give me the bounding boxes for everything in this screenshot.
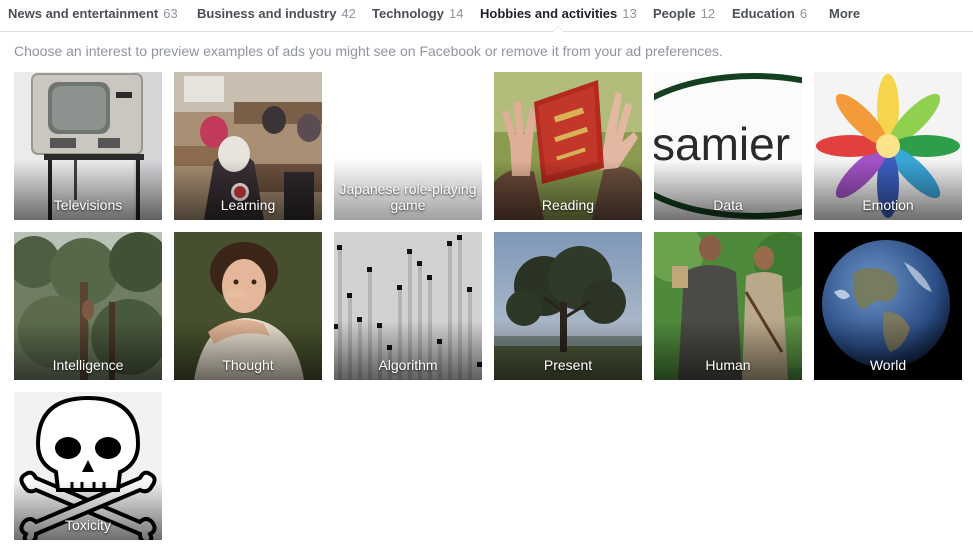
tab-people[interactable]: People 12: [653, 0, 715, 31]
interest-tile-emotion[interactable]: Emotion: [814, 72, 962, 220]
tile-label: World: [869, 357, 907, 373]
interest-tile-present[interactable]: Present: [494, 232, 642, 380]
tab-hobbies-and-activities[interactable]: Hobbies and activities 13: [480, 0, 637, 32]
tab-label: Hobbies and activities: [480, 6, 618, 21]
tab-technology[interactable]: Technology 14: [372, 0, 463, 31]
tab-education[interactable]: Education 6: [732, 0, 807, 31]
tile-label: Intelligence: [52, 357, 124, 373]
interest-tile-reading[interactable]: Reading: [494, 72, 642, 220]
tile-label: Thought: [222, 357, 274, 373]
tile-label: Japanese role-playing game: [339, 181, 477, 213]
tile-label: Algorithm: [378, 357, 438, 373]
interest-tile-intelligence[interactable]: Intelligence: [14, 232, 162, 380]
interest-tile-thought[interactable]: Thought: [174, 232, 322, 380]
interest-tile-televisions[interactable]: Televisions: [14, 72, 162, 220]
tab-count: 6: [799, 6, 808, 21]
tab-label: More: [829, 6, 861, 21]
tab-more[interactable]: More: [829, 0, 860, 31]
tile-label: Reading: [541, 197, 595, 213]
tile-label: Present: [543, 357, 593, 373]
tile-label: Learning: [220, 197, 276, 213]
tab-business-and-industry[interactable]: Business and industry 42: [197, 0, 356, 31]
tab-label: Technology: [372, 6, 444, 21]
tab-count: 12: [700, 6, 716, 21]
interest-tile-human[interactable]: Human: [654, 232, 802, 380]
interest-tile-algorithm[interactable]: Algorithm: [334, 232, 482, 380]
tab-news-and-entertainment[interactable]: News and entertainment 63: [8, 0, 178, 31]
interest-tile-learning[interactable]: Learning: [174, 72, 322, 220]
tab-count: 63: [163, 6, 178, 21]
tab-count: 13: [622, 6, 637, 21]
interest-tile-japanese-role-playing-game[interactable]: Japanese role-playing game: [334, 72, 482, 220]
tile-label: Emotion: [862, 197, 914, 213]
tile-label: Data: [713, 197, 743, 213]
active-tab-indicator: [552, 26, 565, 32]
interests-description: Choose an interest to preview examples o…: [14, 43, 723, 59]
tab-label: Business and industry: [197, 6, 337, 21]
tile-label: Televisions: [53, 197, 123, 213]
interest-tile-data[interactable]: samier Data: [654, 72, 802, 220]
tab-label: News and entertainment: [8, 6, 159, 21]
tab-label: People: [653, 6, 696, 21]
interest-category-tabs: News and entertainment 63 Business and in…: [0, 0, 973, 32]
tile-label: Toxicity: [65, 517, 111, 533]
tile-label: Human: [705, 357, 751, 373]
tab-label: Education: [732, 6, 795, 21]
interest-tile-world[interactable]: World: [814, 232, 962, 380]
interest-tile-toxicity[interactable]: Toxicity: [14, 392, 162, 540]
tab-count: 14: [448, 6, 464, 21]
tab-count: 42: [341, 6, 356, 21]
